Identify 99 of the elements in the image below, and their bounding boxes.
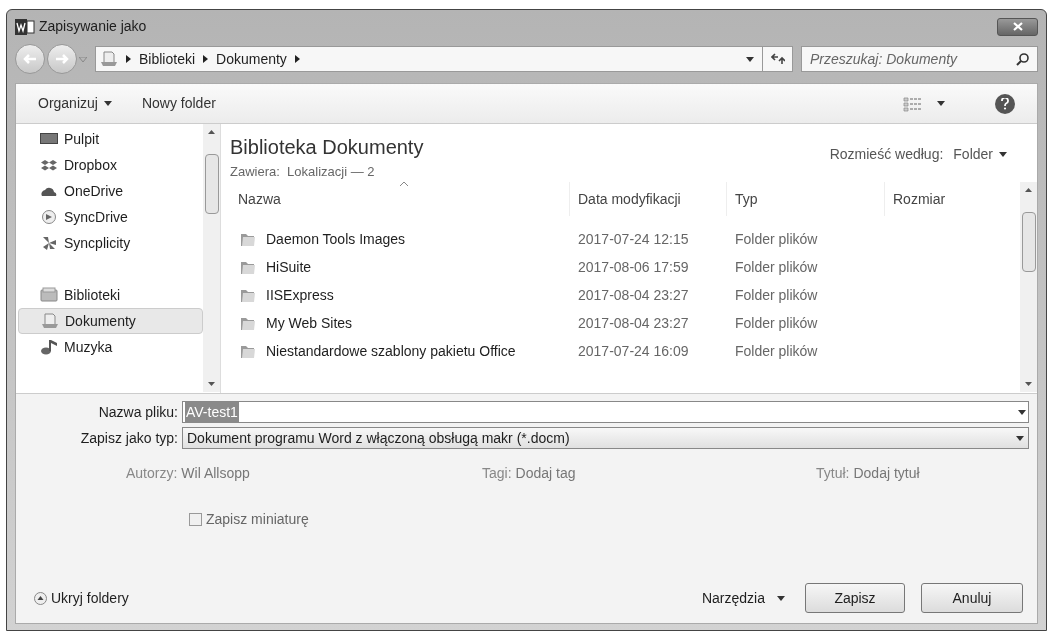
filename-label: Nazwa pliku: [97, 402, 179, 422]
date-cell-text: 2017-08-04 23:27 [577, 313, 690, 333]
file-name[interactable]: Niestandardowe szablony pakietu Office [266, 340, 516, 362]
file-name[interactable]: HiSuite [266, 256, 312, 278]
breadcrumb[interactable]: Dokumenty [216, 48, 287, 70]
date-cell-text: 2017-08-06 17:59 [577, 257, 690, 277]
date-cell-text: 2017-07-24 12:15 [577, 229, 690, 249]
file-name[interactable]: My Web Sites [266, 312, 353, 334]
meta-value[interactable]: Dodaj tag [515, 462, 576, 484]
caret-icon [777, 595, 785, 601]
chevron-right-icon [126, 55, 131, 63]
word-icon [15, 18, 35, 35]
file-name[interactable]: Daemon Tools Images [266, 228, 406, 250]
help-icon [1001, 97, 1009, 110]
arrange-label: Rozmieść według: [829, 145, 944, 164]
column-header[interactable]: Typ [727, 182, 885, 216]
window-title: Zapisywanie jako [39, 17, 147, 36]
sidebar-item[interactable]: Syncplicity [18, 230, 203, 256]
folder-icon [240, 287, 256, 303]
date-cell-text: 2017-08-04 23:27 [577, 285, 690, 305]
caret-icon [999, 152, 1007, 157]
box-icon [40, 157, 58, 173]
scrollbar-thumb[interactable] [1021, 212, 1036, 272]
view-button[interactable] [903, 95, 945, 112]
search-field[interactable]: Przeszukaj: Dokumenty [801, 46, 1038, 72]
file-type-dropdown[interactable]: Dokument programu Word z włączoną obsługą makr (*.docm) [182, 427, 1029, 449]
date-cell-text: 2017-07-24 16:09 [577, 341, 690, 361]
filename-value: AV-test1 [185, 401, 239, 423]
column-header[interactable]: Data modyfikacji [570, 182, 727, 216]
meta-label: Tytuł: [816, 463, 850, 483]
scroll-up-icon[interactable] [1025, 188, 1032, 192]
organize-button[interactable]: Organizuj [38, 93, 112, 114]
arrow-left-icon [23, 53, 37, 65]
dropdown-icon [1018, 409, 1026, 415]
address-bar[interactable]: Biblioteki Dokumenty [95, 46, 793, 72]
checkbox-label: Zapisz miniaturę [206, 509, 309, 529]
document-icon [100, 51, 118, 67]
checkbox[interactable] [189, 512, 202, 526]
collapse-icon [34, 591, 47, 605]
breadcrumb[interactable]: Biblioteki [139, 48, 196, 70]
scrollbar[interactable] [203, 124, 220, 392]
music-note-icon [40, 339, 58, 355]
library-icon [40, 287, 58, 303]
folder-icon [240, 315, 256, 331]
folder-icon [240, 259, 256, 275]
document-icon [41, 313, 59, 329]
close-button[interactable] [997, 17, 1038, 36]
arrange-dropdown[interactable]: Folder [953, 144, 1007, 165]
back-button[interactable] [15, 44, 45, 74]
column-header[interactable]: Rozmiar [885, 182, 990, 216]
sort-up-icon [400, 182, 408, 186]
search-icon [1016, 52, 1029, 66]
type-cell-text: Folder plików [734, 285, 819, 305]
column-header[interactable]: Nazwa [230, 182, 570, 216]
type-cell-text: Folder plików [734, 257, 819, 277]
list-view-icon [903, 95, 923, 112]
dropdown-icon [1016, 435, 1024, 441]
sidebar-item[interactable]: OneDrive [18, 178, 203, 204]
scroll-down-icon[interactable] [1025, 382, 1032, 386]
scroll-up-icon[interactable] [208, 130, 215, 134]
scrollbar-thumb[interactable] [204, 154, 219, 214]
meta-label: Tagi: [482, 463, 512, 483]
sidebar-item[interactable]: Muzyka [18, 334, 203, 360]
meta-label: Autorzy: [126, 463, 178, 483]
library-subtitle: Zawiera: Lokalizacji — 2 [230, 163, 376, 181]
chevron-right-icon [294, 55, 300, 63]
arrows-icon [770, 53, 785, 65]
tools-button[interactable]: Narzędzia [701, 587, 785, 609]
folder-icon [240, 343, 256, 359]
caret-icon [746, 56, 754, 62]
scroll-down-icon[interactable] [208, 382, 215, 386]
caret-icon [937, 101, 945, 106]
type-cell-text: Folder plików [734, 313, 819, 333]
library-title: Biblioteka Dokumenty [230, 135, 424, 160]
caret-icon [103, 101, 112, 106]
scrollbar[interactable] [1020, 182, 1037, 392]
chevron-right-icon [203, 55, 209, 63]
sidebar-item[interactable]: SyncDrive [18, 204, 203, 230]
meta-value[interactable]: Dodaj tytuł [853, 462, 920, 484]
file-name[interactable]: IISExpress [266, 284, 334, 306]
arrow-right-icon [55, 53, 69, 65]
sidebar-item[interactable]: Dokumenty [18, 308, 203, 334]
sidebar-item[interactable]: Pulpit [18, 126, 203, 152]
cancel-button[interactable]: Anuluj [921, 583, 1023, 613]
save-button[interactable]: Zapisz [805, 583, 905, 613]
help-button[interactable] [995, 93, 1015, 114]
hide-folders-button[interactable]: Ukryj foldery [24, 587, 129, 609]
meta-value[interactable]: Wil Allsopp [181, 462, 250, 484]
sidebar-item[interactable]: Biblioteki [18, 282, 203, 308]
sidebar-item[interactable]: Dropbox [18, 152, 203, 178]
forward-button[interactable] [47, 44, 77, 74]
monitor-icon [40, 131, 58, 147]
file-type-label: Zapisz jako typ: [79, 428, 179, 448]
close-icon [1012, 22, 1023, 31]
caret-icon [79, 56, 87, 62]
type-cell-text: Folder plików [734, 341, 819, 361]
type-cell-text: Folder plików [734, 229, 819, 249]
new-folder-button[interactable]: Nowy folder [141, 93, 216, 114]
folder-icon [240, 231, 256, 247]
